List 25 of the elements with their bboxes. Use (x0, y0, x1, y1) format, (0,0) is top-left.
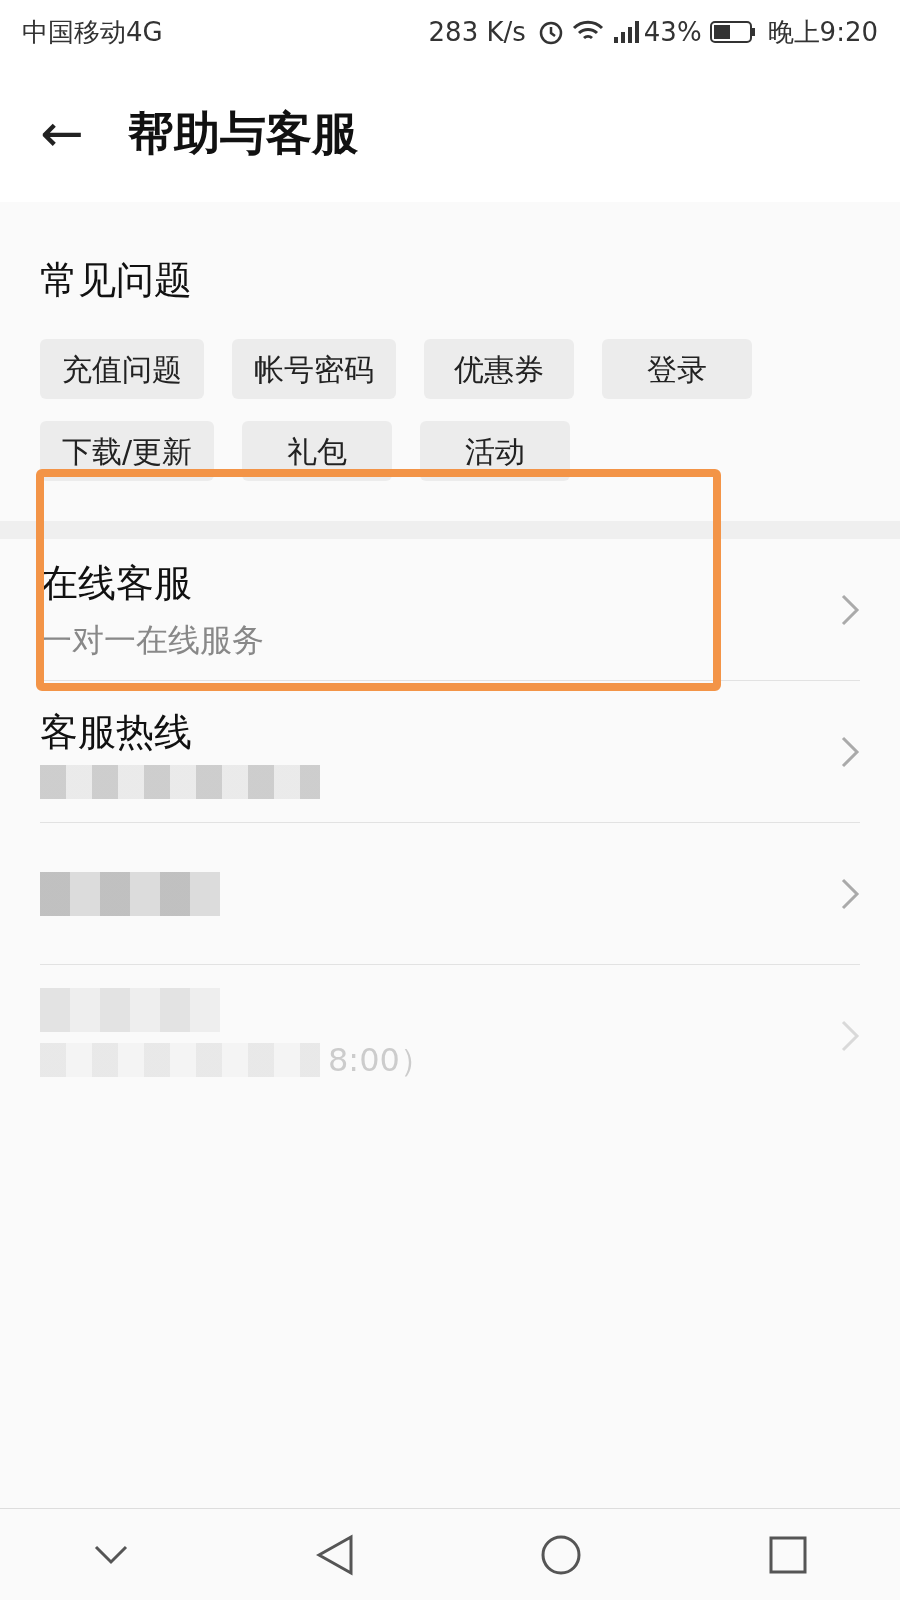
chevron-right-icon (840, 592, 860, 627)
chevron-right-icon (840, 1019, 860, 1053)
page-title: 帮助与客服 (127, 104, 358, 162)
faq-tag[interactable]: 登录 (602, 339, 752, 399)
service-title: 客服热线 (40, 709, 193, 756)
faq-tag[interactable]: 帐号密码 (232, 339, 396, 399)
chevron-right-icon (840, 734, 860, 769)
signal-icon (611, 19, 640, 45)
collapse-icon[interactable] (93, 1543, 130, 1566)
service-title: 在线客服 (40, 560, 193, 607)
back-nav-icon[interactable] (315, 1533, 354, 1576)
section-title: 常见问题 (40, 257, 193, 304)
clock-time: 晚上9:20 (767, 15, 878, 49)
network-speed: 283 K/s (428, 15, 526, 49)
recents-nav-icon[interactable] (768, 1535, 807, 1574)
alarm-icon (537, 19, 564, 45)
faq-tag[interactable]: 充值问题 (40, 339, 204, 399)
faq-tag[interactable]: 优惠券 (424, 339, 574, 399)
home-nav-icon[interactable] (540, 1533, 583, 1576)
battery-percent: 43% (643, 15, 702, 49)
carrier-text: 中国移动4G (22, 15, 163, 49)
chevron-right-icon (840, 876, 860, 911)
back-button[interactable]: ← (40, 107, 84, 159)
battery-icon (709, 20, 756, 44)
service-row[interactable]: 客服热线 (40, 681, 860, 823)
